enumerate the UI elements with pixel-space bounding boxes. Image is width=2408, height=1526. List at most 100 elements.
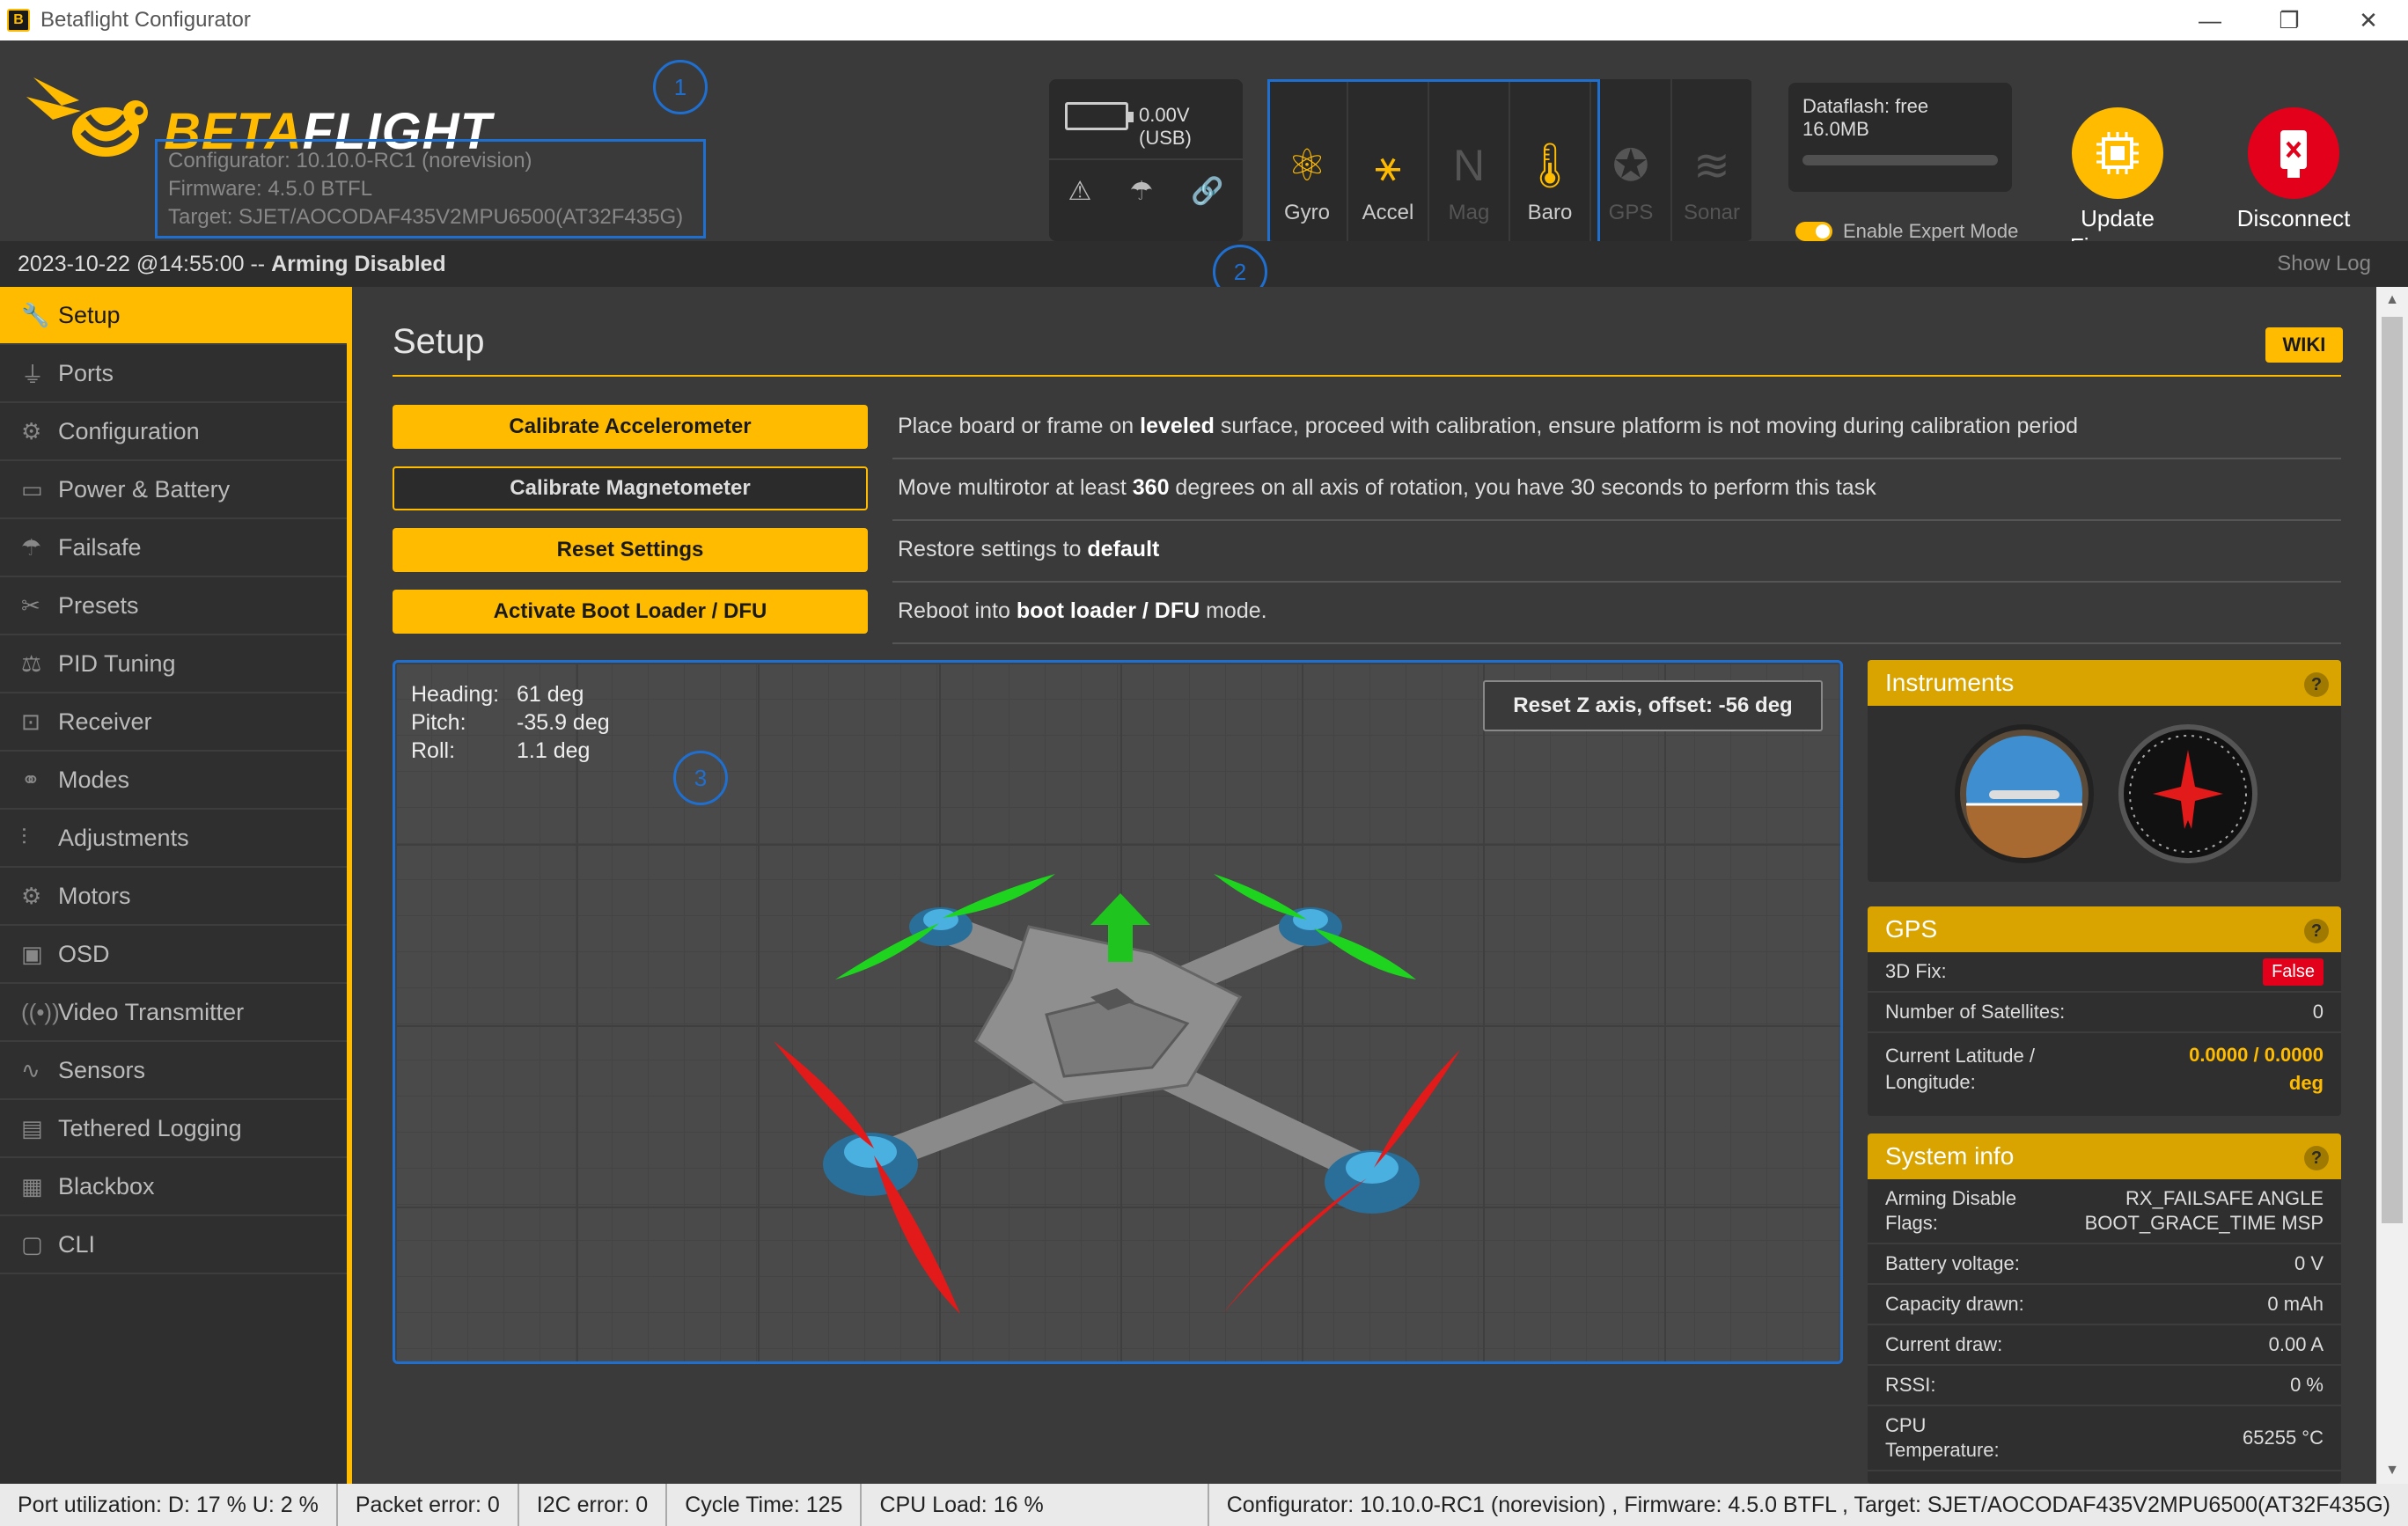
scrollbar-thumb[interactable]: [2382, 317, 2403, 1223]
video-transmitter-icon: ((•)): [21, 998, 60, 1025]
gps-sats-label: Number of Satellites:: [1885, 1001, 2066, 1023]
expert-mode-toggle[interactable]: [1795, 222, 1832, 241]
sidebar-item-tethered-logging[interactable]: ▤ Tethered Logging: [0, 1100, 347, 1158]
sidebar-item-label: Sensors: [58, 1056, 146, 1083]
calibrate-accelerometer-button[interactable]: Calibrate Accelerometer: [393, 405, 868, 449]
action-row: Reset Settings Restore settings to defaul…: [393, 525, 2341, 583]
link-icon: 🔗: [1191, 177, 1224, 206]
action-description: Restore settings to default: [898, 537, 1160, 561]
cpu-load: CPU Load: 16 %: [879, 1492, 1044, 1517]
sidebar-item-blackbox[interactable]: ▦ Blackbox: [0, 1158, 347, 1216]
system-info-row: Capacity drawn: 0 mAh: [1868, 1285, 2341, 1325]
sidebar-item-modes[interactable]: ⚭ Modes: [0, 752, 347, 810]
power-battery-icon: ▭: [21, 475, 43, 503]
3d-model-viewer[interactable]: Heading: 61 deg Pitch: -35.9 deg Roll: 1.1 …: [393, 660, 1843, 1364]
sidebar-item-label: Ports: [58, 359, 114, 386]
system-info-label: RSSI:: [1885, 1374, 1936, 1396]
sidebar-item-label: OSD: [58, 940, 110, 967]
adjustments-icon: ⫶: [21, 824, 27, 850]
sidebar-item-pid-tuning[interactable]: ⚖ PID Tuning: [0, 635, 347, 693]
modes-icon: ⚭: [21, 766, 40, 793]
help-icon[interactable]: ?: [2304, 672, 2329, 697]
sidebar-item-motors[interactable]: ⚙ Motors: [0, 868, 347, 926]
dataflash-usage-bar: [1802, 155, 1998, 165]
sidebar-item-label: CLI: [58, 1230, 96, 1258]
sidebar-item-osd[interactable]: ▣ OSD: [0, 926, 347, 984]
wiki-button[interactable]: WIKI: [2265, 327, 2343, 363]
sensor-sonar-label: Sonar: [1683, 201, 1741, 224]
sidebar-item-label: Presets: [58, 591, 139, 619]
update-firmware-button[interactable]: Update Firmware: [2038, 107, 2197, 260]
sidebar-item-label: Setup: [58, 301, 121, 328]
scroll-down-icon[interactable]: ▼: [2376, 1457, 2408, 1484]
footer-versions: Configurator: 10.10.0-RC1 (norevision) ,…: [1207, 1484, 2390, 1526]
app-header: BETAFLIGHT Configurator: 10.10.0-RC1 (no…: [0, 40, 2408, 260]
sidebar-item-receiver[interactable]: ⊡ Receiver: [0, 693, 347, 752]
action-row: Activate Boot Loader / DFU Reboot into bo…: [393, 586, 2341, 644]
system-info-value: 0.00 A: [2268, 1333, 2324, 1355]
sidebar-item-sensors[interactable]: ∿ Sensors: [0, 1042, 347, 1100]
osd-icon: ▣: [21, 940, 43, 967]
action-row: Calibrate Accelerometer Place board or fr…: [393, 401, 2341, 459]
bee-logo-icon: [26, 77, 148, 157]
usb-disconnect-icon: [2248, 107, 2339, 199]
calibrate-magnetometer-button[interactable]: Calibrate Magnetometer: [393, 466, 868, 510]
system-info-panel: System info? Arming Disable Flags: RX_FAI…: [1868, 1133, 2341, 1484]
show-log-link[interactable]: Show Log: [2277, 252, 2371, 276]
sidebar-item-label: Adjustments: [58, 824, 189, 851]
reset-settings-button[interactable]: Reset Settings: [393, 528, 868, 572]
sidebar-item-cli[interactable]: ▢ CLI: [0, 1216, 347, 1274]
system-info-label: Capacity drawn:: [1885, 1293, 2024, 1315]
expert-mode-toggle-row[interactable]: Enable Expert Mode: [1795, 220, 2018, 243]
sidebar-item-video-transmitter[interactable]: ((•)) Video Transmitter: [0, 984, 347, 1042]
help-icon[interactable]: ?: [2304, 1146, 2329, 1170]
sidebar-item-setup[interactable]: 🔧 Setup: [0, 287, 347, 345]
sensor-gps: ✪ GPS: [1591, 79, 1672, 241]
gps-latlon-value: 0.0000 / 0.0000: [2189, 1044, 2324, 1066]
main-scrollbar[interactable]: ▲ ▼: [2376, 287, 2408, 1484]
maximize-button[interactable]: ❐: [2250, 0, 2329, 40]
action-description: Reboot into boot loader / DFU mode.: [898, 598, 1267, 623]
sidebar-item-label: Configuration: [58, 417, 200, 444]
disconnect-button[interactable]: Disconnect: [2214, 107, 2373, 232]
sidebar-item-configuration[interactable]: ⚙ Configuration: [0, 403, 347, 461]
dataflash-label: Dataflash: free 16.0MB: [1802, 95, 1929, 140]
sidebar-item-failsafe[interactable]: ☂ Failsafe: [0, 519, 347, 577]
sidebar-item-presets[interactable]: ✂ Presets: [0, 577, 347, 635]
cycle-time: Cycle Time: 125: [667, 1484, 863, 1526]
motors-icon: ⚙: [21, 882, 42, 909]
action-row: Calibrate Magnetometer Move multirotor at…: [393, 463, 2341, 521]
presets-icon: ✂: [21, 591, 40, 619]
instruments-title: Instruments: [1885, 669, 2015, 696]
system-info-row: RSSI: 0 %: [1868, 1366, 2341, 1406]
window-titlebar: B Betaflight Configurator — ❐ ✕: [0, 0, 2408, 40]
help-icon[interactable]: ?: [2304, 919, 2329, 943]
target-info: Target: SJET/AOCODAF435V2MPU6500(AT32F43…: [168, 205, 684, 229]
sidebar-item-ports[interactable]: ⏚ Ports: [0, 345, 347, 403]
firmware-version: Firmware: 4.5.0 BTFL: [168, 177, 373, 201]
system-info-value: RX_FAILSAFE ANGLE BOOT_GRACE_TIME MSP: [2084, 1187, 2324, 1234]
system-info-label: Arming Disable Flags:: [1885, 1187, 2017, 1234]
system-info-row: Current draw: 0.00 A: [1868, 1325, 2341, 1366]
minimize-button[interactable]: —: [2170, 0, 2250, 40]
tethered-logging-icon: ▤: [21, 1114, 43, 1141]
scroll-up-icon[interactable]: ▲: [2376, 287, 2408, 313]
system-info-value: 0 V: [2294, 1252, 2324, 1274]
system-info-row: CPU Temperature: 65255 °C: [1868, 1406, 2341, 1471]
system-info-title: System info: [1885, 1142, 2015, 1170]
battery-status-panel: 0.00V (USB) ⚠ ☂ 🔗: [1049, 79, 1243, 241]
system-info-value: 0 mAh: [2267, 1293, 2324, 1315]
sensor-gps-icon: ✪: [1612, 141, 1649, 190]
pid-tuning-icon: ⚖: [21, 649, 42, 677]
activate-boot-loader-dfu-button[interactable]: Activate Boot Loader / DFU: [393, 590, 868, 634]
battery-icon: [1065, 102, 1134, 130]
close-button[interactable]: ✕: [2329, 0, 2408, 40]
system-info-value: 0 %: [2290, 1374, 2324, 1396]
sidebar-item-label: Video Transmitter: [58, 998, 245, 1025]
sidebar-item-power-battery[interactable]: ▭ Power & Battery: [0, 461, 347, 519]
betaflight-app-icon: B: [7, 9, 30, 32]
sidebar-item-label: Motors: [58, 882, 131, 909]
heading-compass-icon: [2118, 724, 2258, 863]
system-info-label: CPU Temperature:: [1885, 1414, 2000, 1461]
sidebar-item-adjustments[interactable]: ⫶ Adjustments: [0, 810, 347, 868]
